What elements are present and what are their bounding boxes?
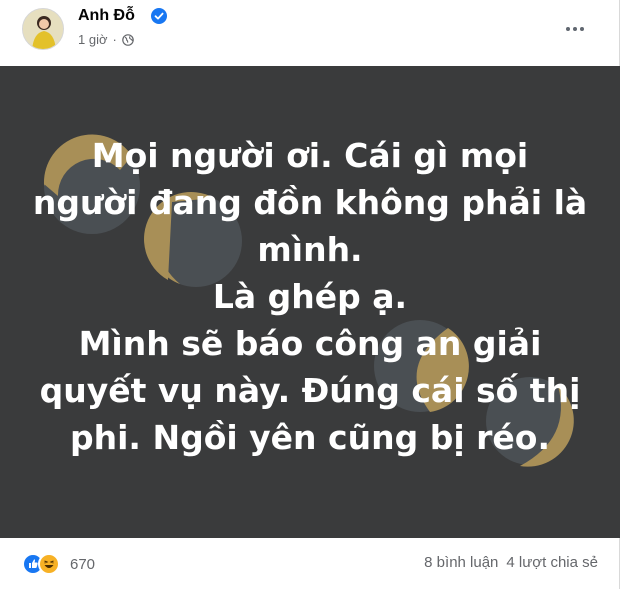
meta-separator: · [112, 32, 117, 47]
post-text-line: Mình sẽ báo công an giải [78, 324, 542, 363]
post-text-line: phi. Ngồi yên cũng bị réo. [70, 418, 550, 457]
engagement-stats: 8 bình luận 4 lượt chia sẻ [424, 554, 598, 571]
post-text-line: mình. [257, 230, 363, 269]
author-avatar[interactable] [22, 8, 64, 50]
avatar-image [23, 9, 63, 49]
post-text-line: quyết vụ này. Đúng cái số thị [39, 371, 581, 410]
haha-icon [38, 553, 60, 575]
more-dot [566, 27, 570, 31]
post-text: Mọi người ơi. Cái gì mọi người đang đồn … [0, 66, 620, 461]
post-footer: 670 8 bình luận 4 lượt chia sẻ [0, 538, 620, 589]
post-text-line: Mọi người ơi. Cái gì mọi [91, 136, 529, 175]
comments-count-link[interactable]: 8 bình luận [424, 554, 498, 571]
facebook-post: Anh Đỗ 1 giờ · Mọi người ơi. Cái gì mọi … [0, 0, 620, 589]
globe-icon[interactable] [122, 34, 134, 46]
post-meta: 1 giờ · [78, 31, 134, 49]
post-header: Anh Đỗ 1 giờ · [0, 0, 620, 66]
reaction-count: 670 [70, 555, 96, 573]
more-dot [573, 27, 577, 31]
more-options-icon[interactable] [560, 14, 590, 44]
post-text-line: Là ghép ạ. [212, 277, 408, 316]
more-dot [580, 27, 584, 31]
verified-badge-icon [151, 8, 167, 24]
post-text-line: người đang đồn không phải là [32, 183, 588, 222]
author-name[interactable]: Anh Đỗ [78, 6, 135, 26]
reactions-summary[interactable]: 670 [22, 553, 95, 575]
post-timestamp[interactable]: 1 giờ [78, 31, 108, 49]
shares-count-link[interactable]: 4 lượt chia sẻ [506, 554, 598, 571]
